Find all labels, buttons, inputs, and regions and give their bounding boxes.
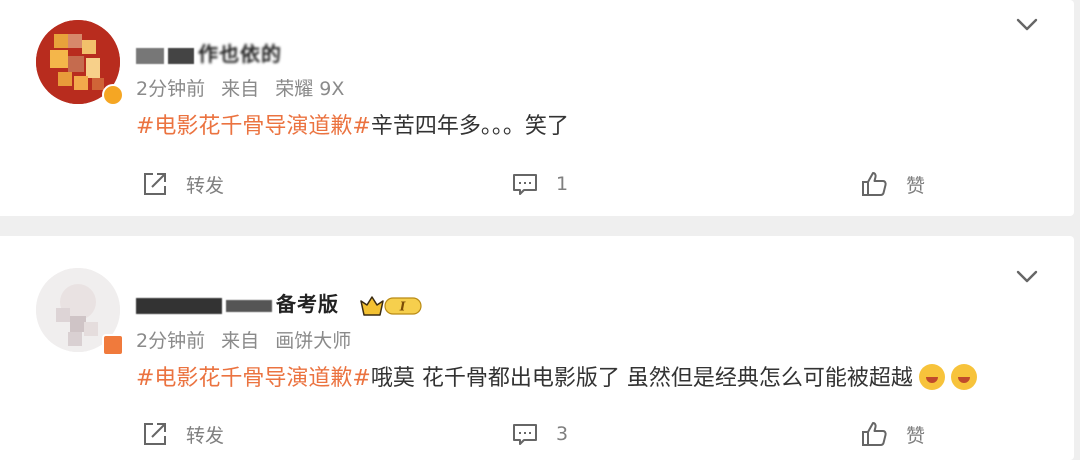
source-prefix: 来自 <box>221 78 260 100</box>
post-device[interactable]: 画饼大师 <box>275 330 351 352</box>
comment-icon <box>513 424 537 445</box>
chevron-down-icon[interactable] <box>1016 18 1038 32</box>
hashtag-link[interactable]: #电影花千骨导演道歉# <box>136 366 371 391</box>
username[interactable]: 备考版 I <box>136 288 423 319</box>
repost-label: 转发 <box>186 424 225 447</box>
repost-button[interactable]: 转发 <box>142 164 224 204</box>
post-text: 辛苦四年多。。。笑了 <box>370 114 569 139</box>
like-icon <box>862 422 887 446</box>
post-content: #电影花千骨导演道歉#哦莫 花千骨都出电影版了 虽然但是经典怎么可能被超越 <box>136 360 977 392</box>
post-meta: 2分钟前 来自 画饼大师 <box>136 326 361 353</box>
post-actions: 转发 3 赞 <box>0 414 1074 454</box>
post-text: 哦莫 花千骨都出电影版了 虽然但是经典怎么可能被超越 <box>370 366 913 391</box>
source-prefix: 来自 <box>221 330 260 352</box>
comment-button[interactable]: 3 <box>512 414 568 454</box>
post-actions: 转发 1 赞 <box>0 164 1074 204</box>
redacted-text <box>168 47 194 64</box>
like-label: 赞 <box>906 424 926 447</box>
post-time: 2分钟前 <box>136 330 206 352</box>
post-content: #电影花千骨导演道歉#辛苦四年多。。。笑了 <box>136 108 569 140</box>
smiley-emoji-icon <box>918 364 945 390</box>
hashtag-link[interactable]: #电影花千骨导演道歉# <box>136 114 371 139</box>
redacted-text <box>136 47 164 64</box>
comment-count: 3 <box>556 423 569 445</box>
like-label: 赞 <box>906 174 926 197</box>
redacted-text <box>136 297 222 314</box>
comment-icon <box>513 174 537 195</box>
repost-button[interactable]: 转发 <box>142 414 224 454</box>
repost-icon <box>144 423 166 445</box>
post-device[interactable]: 荣耀 9X <box>275 78 344 100</box>
crown-vip-badge-icon: I <box>360 295 422 316</box>
post-card[interactable]: 备考版 I 2分钟前 来自 画饼大师 #电影花千骨导演道歉#哦莫 花千骨都出电影… <box>0 236 1074 460</box>
repost-label: 转发 <box>186 174 225 197</box>
verified-badge-icon <box>102 334 124 356</box>
verified-badge-icon <box>102 84 124 106</box>
like-button[interactable]: 赞 <box>860 164 925 204</box>
username-text: 备考版 <box>276 292 339 316</box>
level-badge-text: I <box>399 299 407 313</box>
post-meta: 2分钟前 来自 荣耀 9X <box>136 74 354 101</box>
username-text: 作也依的 <box>198 42 282 66</box>
repost-icon <box>144 173 166 195</box>
post-time: 2分钟前 <box>136 78 206 100</box>
redacted-text <box>226 299 272 312</box>
like-button[interactable]: 赞 <box>860 414 925 454</box>
username[interactable]: 作也依的 <box>136 38 282 67</box>
smiley-emoji-icon <box>950 364 977 390</box>
comment-button[interactable]: 1 <box>512 164 568 204</box>
chevron-down-icon[interactable] <box>1016 270 1038 284</box>
post-card[interactable]: 作也依的 2分钟前 来自 荣耀 9X #电影花千骨导演道歉#辛苦四年多。。。笑了… <box>0 0 1074 216</box>
like-icon <box>862 172 887 196</box>
comment-count: 1 <box>556 173 569 195</box>
